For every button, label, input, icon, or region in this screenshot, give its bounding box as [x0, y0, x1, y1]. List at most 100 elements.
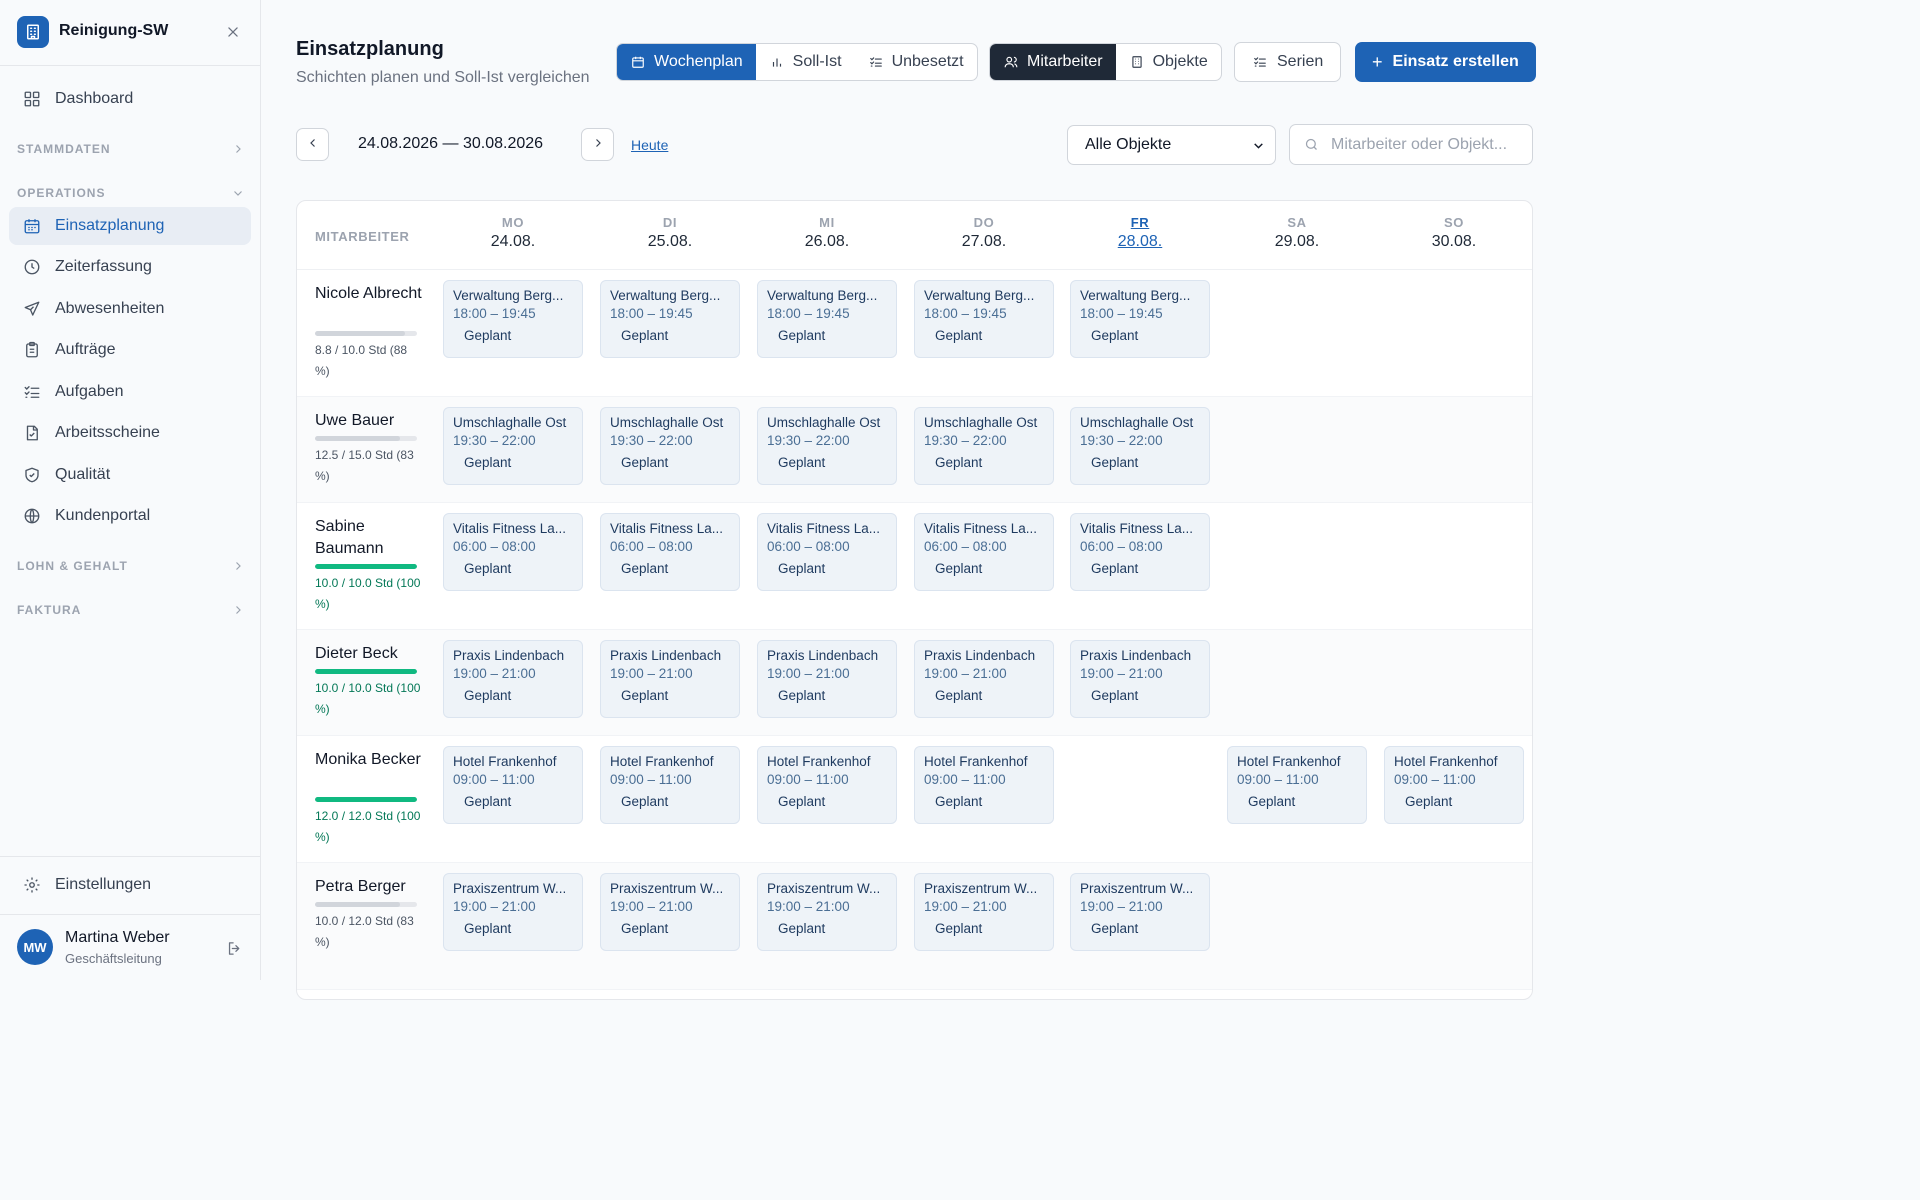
shift-status: Geplant — [621, 688, 669, 703]
employee-name[interactable]: Petra Berger — [315, 876, 425, 898]
sidebar-item-label: Einstellungen — [55, 876, 152, 893]
shift-card[interactable]: Praxiszentrum W... 19:00 – 21:00 Geplant — [1070, 873, 1210, 951]
shift-card[interactable]: Praxis Lindenbach 19:00 – 21:00 Geplant — [1070, 640, 1210, 718]
shift-card[interactable]: Hotel Frankenhof 09:00 – 11:00 Geplant — [914, 746, 1054, 824]
section-label: FAKTURA — [17, 603, 82, 617]
next-week-button[interactable] — [581, 128, 614, 161]
shift-card[interactable]: Praxis Lindenbach 19:00 – 21:00 Geplant — [914, 640, 1054, 718]
employee-name[interactable]: Dieter Beck — [315, 643, 425, 665]
employee-name[interactable]: Sabine Baumann — [315, 516, 425, 560]
shift-card[interactable]: Umschlaghalle Ost 19:30 – 22:00 Geplant — [757, 407, 897, 485]
shift-status: Geplant — [464, 921, 512, 936]
close-icon[interactable] — [222, 20, 244, 44]
shift-card[interactable]: Hotel Frankenhof 09:00 – 11:00 Geplant — [600, 746, 740, 824]
shift-card[interactable]: Umschlaghalle Ost 19:30 – 22:00 Geplant — [600, 407, 740, 485]
shift-time: 09:00 – 11:00 — [610, 772, 692, 787]
search-field[interactable] — [1289, 124, 1533, 165]
day-column-header: MI 26.08. — [757, 215, 897, 251]
sidebar-item-label: Kundenportal — [55, 507, 151, 524]
section-label: OPERATIONS — [17, 186, 106, 200]
sidebar-item-qualitaet[interactable]: Qualität — [9, 456, 251, 494]
shift-card[interactable]: Verwaltung Berg... 18:00 – 19:45 Geplant — [1070, 280, 1210, 358]
tab-objekte[interactable]: Objekte — [1116, 44, 1221, 80]
shift-card[interactable]: Verwaltung Berg... 18:00 – 19:45 Geplant — [757, 280, 897, 358]
shift-card[interactable]: Praxis Lindenbach 19:00 – 21:00 Geplant — [600, 640, 740, 718]
shift-card[interactable]: Vitalis Fitness La... 06:00 – 08:00 Geplan… — [600, 513, 740, 591]
employee-hours: 10.0 / 12.0 Std (83 %) — [315, 914, 414, 949]
series-button[interactable]: Serien — [1234, 42, 1342, 82]
sidebar-item-kundenportal[interactable]: Kundenportal — [9, 497, 251, 535]
previous-week-button[interactable] — [296, 128, 329, 161]
shift-card[interactable]: Hotel Frankenhof 09:00 – 11:00 Geplant — [1384, 746, 1524, 824]
day-date: 27.08. — [961, 233, 1007, 250]
shift-card[interactable]: Verwaltung Berg... 18:00 – 19:45 Geplant — [600, 280, 740, 358]
employee-name[interactable]: Monika Becker — [315, 749, 425, 771]
employee-name[interactable]: Uwe Bauer — [315, 410, 425, 432]
schedule-grid: MITARBEITER MO 24.08. DI 25.08. MI 26.08. DO 27… — [296, 200, 1533, 1000]
shift-card[interactable]: Vitalis Fitness La... 06:00 – 08:00 Geplan… — [757, 513, 897, 591]
sidebar-item-label: Abwesenheiten — [55, 300, 165, 317]
shift-card[interactable]: Praxiszentrum W... 19:00 – 21:00 Geplant — [914, 873, 1054, 951]
shift-object: Hotel Frankenhof — [1394, 754, 1498, 769]
shift-card[interactable]: Hotel Frankenhof 09:00 – 11:00 Geplant — [1227, 746, 1367, 824]
section-operations[interactable]: OPERATIONS — [17, 183, 245, 203]
sidebar-item-arbeitsscheine[interactable]: Arbeitsscheine — [9, 414, 251, 452]
shift-object: Verwaltung Berg... — [610, 288, 721, 303]
shift-card[interactable]: Umschlaghalle Ost 19:30 – 22:00 Geplant — [1070, 407, 1210, 485]
shift-card[interactable]: Praxis Lindenbach 19:00 – 21:00 Geplant — [443, 640, 583, 718]
shift-object: Umschlaghalle Ost — [453, 415, 567, 430]
shift-card[interactable]: Verwaltung Berg... 18:00 – 19:45 Geplant — [914, 280, 1054, 358]
shift-status: Geplant — [778, 455, 826, 470]
shift-object: Praxiszentrum W... — [1080, 881, 1194, 896]
shift-time: 19:30 – 22:00 — [453, 433, 536, 448]
employee-name[interactable]: Nicole Albrecht — [315, 283, 425, 305]
shift-card[interactable]: Praxiszentrum W... 19:00 – 21:00 Geplant — [600, 873, 740, 951]
logout-icon[interactable] — [223, 937, 245, 959]
shift-card[interactable]: Vitalis Fitness La... 06:00 – 08:00 Geplan… — [443, 513, 583, 591]
shift-card[interactable]: Hotel Frankenhof 09:00 – 11:00 Geplant — [757, 746, 897, 824]
shift-status: Geplant — [464, 688, 512, 703]
section-lohn-gehalt[interactable]: LOHN & GEHALT — [17, 556, 245, 576]
search-input[interactable] — [1331, 135, 1526, 154]
shift-status: Geplant — [778, 688, 826, 703]
shift-card[interactable]: Praxis Lindenbach 19:00 – 21:00 Geplant — [757, 640, 897, 718]
section-faktura[interactable]: FAKTURA — [17, 600, 245, 620]
object-filter-value: Alle Objekte — [1085, 136, 1172, 153]
shift-object: Hotel Frankenhof — [767, 754, 871, 769]
today-link[interactable]: Heute — [631, 137, 668, 153]
section-stammdaten[interactable]: STAMMDATEN — [17, 139, 245, 159]
employee-row: Sabine Baumann 10.0 / 10.0 Std (100 %) Vit… — [297, 503, 1532, 630]
shift-card[interactable]: Hotel Frankenhof 09:00 – 11:00 Geplant — [443, 746, 583, 824]
tab-wochenplan[interactable]: Wochenplan — [617, 44, 756, 80]
object-filter-select[interactable]: Alle Objekte — [1067, 125, 1276, 165]
sidebar-item-zeiterfassung[interactable]: Zeiterfassung — [9, 248, 251, 286]
shift-status: Geplant — [935, 921, 983, 936]
shift-card[interactable]: Vitalis Fitness La... 06:00 – 08:00 Geplan… — [1070, 513, 1210, 591]
shift-time: 19:00 – 21:00 — [1080, 666, 1163, 681]
shift-status: Geplant — [778, 561, 826, 576]
shift-card[interactable]: Umschlaghalle Ost 19:30 – 22:00 Geplant — [443, 407, 583, 485]
shift-card[interactable]: Umschlaghalle Ost 19:30 – 22:00 Geplant — [914, 407, 1054, 485]
sidebar-item-einsatzplanung[interactable]: Einsatzplanung — [9, 207, 251, 245]
sidebar-item-aufgaben[interactable]: Aufgaben — [9, 373, 251, 411]
utilization-bar — [315, 902, 417, 907]
sidebar-item-dashboard[interactable]: Dashboard — [9, 80, 251, 118]
tab-mitarbeiter[interactable]: Mitarbeiter — [990, 44, 1116, 80]
user-profile: MW Martina Weber Geschäftsleitung — [17, 926, 252, 970]
shift-card[interactable]: Praxiszentrum W... 19:00 – 21:00 Geplant — [443, 873, 583, 951]
shift-card[interactable]: Verwaltung Berg... 18:00 – 19:45 Geplant — [443, 280, 583, 358]
shift-card[interactable]: Praxiszentrum W... 19:00 – 21:00 Geplant — [757, 873, 897, 951]
day-column-header: SO 30.08. — [1384, 215, 1524, 251]
shift-card[interactable]: Vitalis Fitness La... 06:00 – 08:00 Geplan… — [914, 513, 1054, 591]
utilization-fill — [315, 902, 400, 907]
clock-icon — [22, 257, 42, 277]
create-assignment-button[interactable]: + Einsatz erstellen — [1355, 42, 1536, 82]
tab-unbesetzt[interactable]: Unbesetzt — [855, 44, 977, 80]
sidebar-item-einstellungen[interactable]: Einstellungen — [9, 866, 251, 904]
tab-soll-ist[interactable]: Soll-Ist — [756, 44, 855, 80]
day-date: 25.08. — [647, 233, 693, 250]
shift-status: Geplant — [1091, 455, 1139, 470]
sidebar-item-auftraege[interactable]: Aufträge — [9, 331, 251, 369]
shift-status: Geplant — [621, 455, 669, 470]
sidebar-item-abwesenheiten[interactable]: Abwesenheiten — [9, 290, 251, 328]
